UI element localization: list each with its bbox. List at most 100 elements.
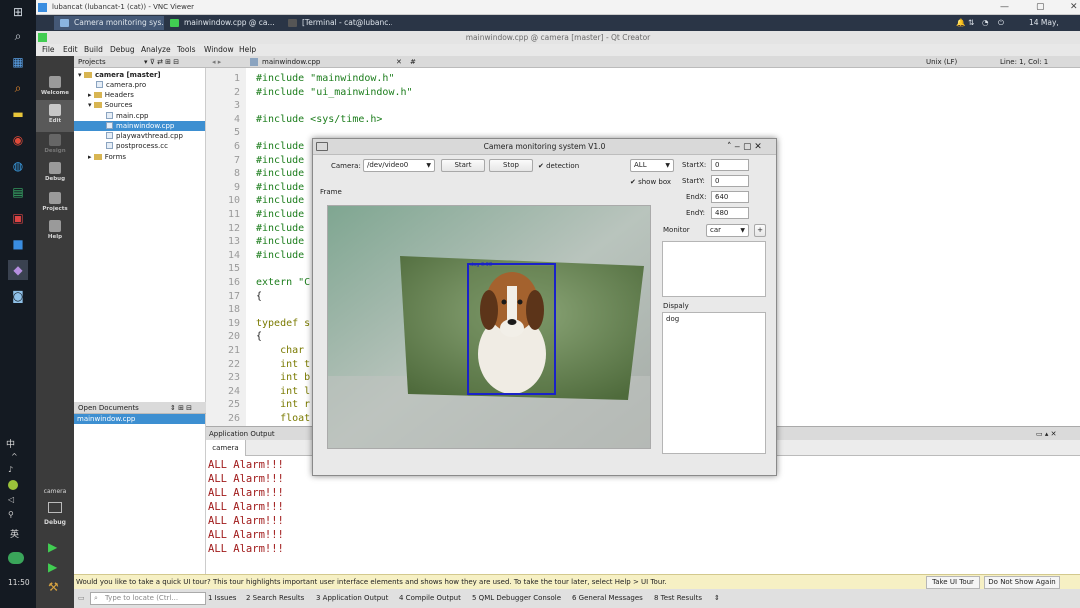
tree-item-sources[interactable]: ▾ Sources bbox=[88, 100, 132, 110]
locator-input[interactable]: ⌕ Type to locate (Ctrl... bbox=[90, 592, 206, 605]
line-ending-selector[interactable]: Unix (LF) bbox=[926, 56, 957, 68]
search-app-icon[interactable]: ⌕ bbox=[8, 78, 28, 98]
close-icon[interactable]: ✕ bbox=[1070, 0, 1078, 15]
file-explorer-icon[interactable]: ▬ bbox=[8, 104, 28, 124]
take-ui-tour-button[interactable]: Take UI Tour bbox=[926, 576, 980, 589]
document-app-icon[interactable]: ▤ bbox=[8, 182, 28, 202]
panel-controls-icon[interactable]: ▭ ▴ ✕ bbox=[1036, 427, 1056, 441]
tree-item-headers[interactable]: ▸ Headers bbox=[88, 90, 134, 100]
power-icon[interactable]: ⏻ bbox=[998, 15, 1004, 31]
menu-edit[interactable]: Edit bbox=[63, 44, 78, 56]
menu-debug[interactable]: Debug bbox=[110, 44, 135, 56]
tree-item-mainwindow[interactable]: mainwindow.cpp bbox=[74, 121, 205, 131]
dialog-window-controls[interactable]: ˄ ‒ ▢ ✕ bbox=[727, 139, 762, 155]
maximize-icon[interactable]: ▢ bbox=[1036, 0, 1045, 15]
filter-icon[interactable]: ▾ ⊽ ⇄ ⊞ ⊟ bbox=[144, 56, 179, 68]
pane-arrows-icon[interactable]: ⇕ bbox=[714, 589, 720, 608]
kit-project-label[interactable]: camera bbox=[36, 488, 74, 495]
tree-item-pro[interactable]: camera.pro bbox=[96, 80, 146, 90]
tree-item-postprocess[interactable]: postprocess.cc bbox=[106, 141, 168, 151]
endy-input[interactable]: 480 bbox=[711, 207, 749, 219]
taskbar-tab-camera[interactable]: Camera monitoring sys... bbox=[54, 16, 164, 30]
camera-app-icon[interactable]: ◙ bbox=[8, 286, 28, 306]
locator-placeholder: Type to locate (Ctrl... bbox=[105, 594, 179, 602]
camera-device-select[interactable]: /dev/video0 ▼ bbox=[363, 159, 435, 172]
class-filter-select[interactable]: ALL ▼ bbox=[630, 159, 674, 172]
add-monitor-button[interactable]: + bbox=[754, 224, 766, 237]
tray-app-icon[interactable] bbox=[8, 480, 18, 490]
line-number: 22 bbox=[227, 358, 240, 370]
pane-application-output[interactable]: 3 Application Output bbox=[316, 589, 388, 608]
vnc-viewer-icon[interactable]: ■ bbox=[8, 234, 28, 254]
monitor-value: car bbox=[710, 226, 722, 234]
code-line: int l bbox=[256, 385, 311, 397]
mode-help[interactable]: Help bbox=[36, 216, 74, 248]
menu-build[interactable]: Build bbox=[84, 44, 103, 56]
close-file-icon[interactable]: ✕ bbox=[396, 56, 402, 68]
display-list[interactable]: dog bbox=[662, 312, 766, 454]
build-icon[interactable]: ⚒ bbox=[48, 580, 59, 594]
editor-file-tab[interactable]: mainwindow.cpp bbox=[262, 56, 320, 68]
pane-qml-debugger[interactable]: 5 QML Debugger Console bbox=[472, 589, 561, 608]
pane-general-messages[interactable]: 6 General Messages bbox=[572, 589, 643, 608]
startx-input[interactable]: 0 bbox=[711, 159, 749, 171]
do-not-show-again-button[interactable]: Do Not Show Again bbox=[984, 576, 1060, 589]
monitor-select[interactable]: car ▼ bbox=[706, 224, 749, 237]
menu-tools[interactable]: Tools bbox=[177, 44, 195, 56]
browser-icon[interactable]: ◍ bbox=[8, 156, 28, 176]
volume-icon[interactable]: ◁ bbox=[8, 495, 14, 504]
tree-item-playwav[interactable]: playwavthread.cpp bbox=[106, 131, 183, 141]
wechat-icon[interactable] bbox=[8, 552, 24, 564]
starty-input[interactable]: 0 bbox=[711, 175, 749, 187]
tree-item-forms[interactable]: ▸ Forms bbox=[88, 152, 126, 162]
mode-edit[interactable]: Edit bbox=[36, 100, 74, 132]
chrome-icon[interactable]: ◉ bbox=[8, 130, 28, 150]
panel-options-icon[interactable]: ⇕ ⊞ ⊟ bbox=[170, 402, 192, 414]
sidebar-toggle-icon[interactable]: ▭ bbox=[78, 589, 85, 608]
taskbar-tab-terminal[interactable]: [Terminal - cat@lubanc... bbox=[282, 16, 392, 30]
detection-checkbox[interactable]: ✔ detection bbox=[538, 161, 579, 171]
pane-issues[interactable]: 1 Issues bbox=[208, 589, 236, 608]
window-menu-icon[interactable] bbox=[316, 142, 328, 151]
tree-item-main[interactable]: main.cpp bbox=[106, 111, 148, 121]
nav-arrows-icon[interactable]: ◂ ▸ bbox=[212, 56, 221, 68]
ime-indicator[interactable]: 中 bbox=[6, 437, 15, 450]
cursor-position[interactable]: Line: 1, Col: 1 bbox=[1000, 56, 1048, 68]
active-app-icon[interactable]: ◆ bbox=[8, 260, 28, 280]
symbol-selector[interactable]: # bbox=[410, 56, 416, 68]
search-icon[interactable]: ⌕ bbox=[8, 26, 28, 46]
minimize-icon[interactable]: — bbox=[1000, 0, 1009, 15]
open-document-item[interactable]: mainwindow.cpp bbox=[74, 414, 205, 424]
notification-icon[interactable]: 🔔 bbox=[956, 15, 965, 31]
endx-input[interactable]: 640 bbox=[711, 191, 749, 203]
network-icon[interactable]: ⚲ bbox=[8, 510, 14, 519]
pane-test-results[interactable]: 8 Test Results bbox=[654, 589, 702, 608]
menu-file[interactable]: File bbox=[42, 44, 55, 56]
media-app-icon[interactable]: ▣ bbox=[8, 208, 28, 228]
tree-item-root[interactable]: ▾ camera [master] bbox=[78, 70, 161, 80]
network-icon[interactable]: ⇅ bbox=[968, 15, 974, 31]
monitor-list[interactable] bbox=[662, 241, 766, 297]
taskbar-tab-qtcreator[interactable]: mainwindow.cpp @ ca... bbox=[164, 16, 274, 30]
menu-window[interactable]: Window bbox=[204, 44, 234, 56]
windows-start-icon[interactable]: ⊞ bbox=[8, 2, 28, 22]
calculator-icon[interactable]: ▦ bbox=[8, 52, 28, 72]
mode-debug[interactable]: Debug bbox=[36, 158, 74, 190]
display-item[interactable]: dog bbox=[666, 314, 679, 324]
pane-search-results[interactable]: 2 Search Results bbox=[246, 589, 304, 608]
show-box-checkbox[interactable]: ✔ show box bbox=[630, 177, 671, 187]
run-icon[interactable]: ▶ bbox=[48, 540, 57, 554]
microphone-icon[interactable]: ♪ bbox=[8, 465, 13, 474]
taskbar-clock[interactable]: 11:50 bbox=[8, 578, 30, 587]
debug-run-icon[interactable]: ▶ bbox=[48, 560, 57, 574]
stop-button[interactable]: Stop bbox=[489, 159, 533, 172]
ime-mode-indicator[interactable]: 英 bbox=[10, 527, 19, 540]
output-tab-camera[interactable]: camera bbox=[206, 440, 246, 456]
wifi-icon[interactable]: ◔ bbox=[982, 15, 989, 31]
menu-help[interactable]: Help bbox=[239, 44, 256, 56]
monitor-icon[interactable] bbox=[48, 502, 62, 513]
chevron-up-icon[interactable]: ^ bbox=[11, 452, 18, 461]
pane-compile-output[interactable]: 4 Compile Output bbox=[399, 589, 461, 608]
start-button[interactable]: Start bbox=[441, 159, 485, 172]
menu-analyze[interactable]: Analyze bbox=[141, 44, 171, 56]
